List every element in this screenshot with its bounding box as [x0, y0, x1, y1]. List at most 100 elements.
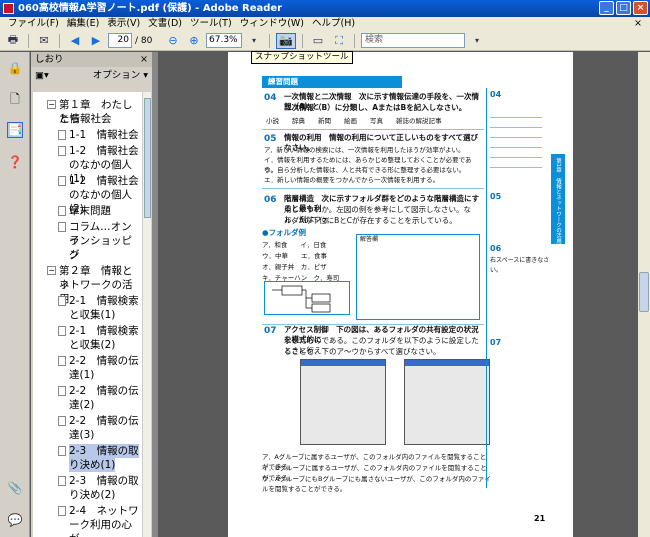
next-page-button[interactable]: ▶	[87, 33, 105, 49]
divider-line	[262, 129, 484, 130]
page-icon	[58, 206, 66, 216]
menu-file[interactable]: ファイル(F)	[4, 17, 63, 31]
question-04-text-2: 二次情報（B）に分類し、AまたはBを記入しなさい。	[284, 103, 467, 112]
side-note-06: 右スペースに書きなさい。	[490, 257, 550, 274]
bookmark-2-4[interactable]: 2-4 ネットワ	[58, 504, 139, 518]
bookmarks-icon[interactable]: 📑	[7, 122, 23, 138]
bookmark-2-1a[interactable]: 2-1 情報検索	[58, 294, 139, 308]
menu-help[interactable]: ヘルプ(H)	[308, 17, 359, 31]
menu-bar: ファイル(F) 編集(E) 表示(V) 文書(D) ツール(T) ウィンドウ(W…	[0, 17, 650, 31]
divider-line	[262, 188, 484, 189]
menu-window[interactable]: ウィンドウ(W)	[236, 17, 308, 31]
bookmark-2-2b-cont[interactable]: 達(2)	[69, 398, 94, 412]
bookmark-2-2c[interactable]: 2-2 情報の伝	[58, 414, 139, 428]
zoom-dropdown-icon[interactable]: ▾	[245, 33, 263, 49]
sharing-dialog-1	[300, 359, 386, 445]
menu-edit[interactable]: 編集(E)	[63, 17, 103, 31]
page-icon	[58, 386, 66, 396]
comments-icon[interactable]: 💬	[7, 512, 23, 528]
side-label-05: 05	[490, 192, 502, 201]
toolbar-separator	[302, 33, 303, 48]
snapshot-tooltip: スナップショットツール	[251, 51, 353, 64]
bookmark-1-1[interactable]: 1-1 情報社会	[58, 128, 139, 142]
close-button[interactable]: ×	[633, 1, 648, 15]
bookmark-2-4-cont[interactable]: ーク利用の心が	[69, 518, 142, 537]
pages-icon[interactable]: 🗋	[7, 92, 23, 108]
menu-tools[interactable]: ツール(T)	[186, 17, 236, 31]
page-number-input[interactable]: 20	[108, 33, 132, 48]
bookmark-2-2b[interactable]: 2-2 情報の伝	[58, 384, 139, 398]
bookmarks-scrollbar[interactable]	[142, 92, 151, 537]
attachments-icon[interactable]: 📎	[7, 480, 23, 496]
bookmarks-panel: しおり × ▣▾ オプション ▾ − 第１章 わたしたち と情報社会 1-1 情報…	[31, 52, 152, 537]
question-07-text-3: ることを、下のア〜ウからすべて選びなさい。	[284, 347, 441, 356]
bookmark-chapter-1-cont[interactable]: と情報社会	[59, 112, 112, 126]
window-titlebar: 060高校情報A学習ノート.pdf (保護) - Adobe Reader _ …	[0, 0, 650, 17]
folder-list-3: オ．親子丼 カ．ピザ	[262, 263, 327, 271]
bookmark-2-1b[interactable]: 2-1 情報検索	[58, 324, 139, 338]
bookmark-2-2c-cont[interactable]: 達(3)	[69, 428, 94, 442]
folder-a-box	[281, 285, 303, 296]
minimize-button[interactable]: _	[599, 1, 614, 15]
bookmark-2-2a-cont[interactable]: 達(1)	[69, 368, 94, 382]
bookmark-2-3a-cont[interactable]: り決め(1)	[69, 458, 116, 472]
search-input[interactable]: 検索	[361, 33, 465, 48]
zoom-level-input[interactable]: 67.3%	[206, 33, 242, 48]
bookmark-2-3b-cont[interactable]: り決め(2)	[69, 488, 115, 502]
single-page-icon[interactable]: ▭	[309, 33, 327, 49]
toolbar-separator	[59, 33, 60, 48]
bookmark-column-shopping-cont2[interactable]: グ	[69, 248, 80, 262]
help-icon[interactable]: ❓	[7, 154, 23, 170]
security-lock-icon[interactable]: 🔒	[7, 60, 23, 76]
answer-box-label: 解答欄	[360, 236, 379, 243]
bookmark-1-2a[interactable]: 1-2 情報社会	[58, 144, 139, 158]
folder-tree-diagram	[272, 285, 331, 313]
search-dropdown-icon[interactable]: ▾	[468, 33, 486, 49]
new-bookmark-icon[interactable]: ▣▾	[35, 70, 49, 81]
snapshot-tool-button[interactable]: 📷	[276, 32, 296, 49]
menu-view[interactable]: 表示(V)	[103, 17, 144, 31]
side-answer-lines-04	[490, 108, 542, 168]
side-label-04: 04	[490, 90, 502, 99]
question-05-option-d: エ．新しい情報の概要をつかんでから一次情報を利用する。	[264, 176, 440, 184]
collapse-icon[interactable]: −	[47, 266, 56, 275]
collapse-icon[interactable]: −	[47, 100, 56, 109]
bookmark-2-2a[interactable]: 2-2 情報の伝	[58, 354, 139, 368]
page-icon	[58, 356, 66, 366]
bookmarks-toolbar: ▣▾ オプション ▾	[31, 67, 152, 85]
folder-c-box	[311, 303, 331, 313]
bookmarks-title: しおり	[35, 54, 64, 65]
bookmarks-tree: − 第１章 わたしたち と情報社会 1-1 情報社会 1-2 情報社会 のなかの個…	[33, 92, 142, 537]
fit-page-icon[interactable]: ⛶	[330, 33, 348, 49]
bookmark-2-1a-cont[interactable]: と収集(1)	[69, 308, 115, 322]
bookmark-2-3b[interactable]: 2-3 情報の取	[58, 474, 139, 488]
bookmarks-scroll-thumb[interactable]	[144, 98, 151, 218]
dialog-titlebar	[405, 360, 489, 366]
document-scroll-thumb[interactable]	[639, 272, 649, 312]
prev-page-button[interactable]: ◀	[66, 33, 84, 49]
page-icon	[58, 326, 66, 336]
bookmarks-header: しおり ×	[31, 52, 152, 67]
side-column-line	[486, 88, 487, 488]
question-06-text-3: ルダAの下位にBとCが存在することを示している。	[284, 216, 457, 225]
page-icon	[58, 176, 66, 186]
bookmark-2-3a-selected[interactable]: 2-3 情報の取	[58, 444, 139, 458]
print-icon[interactable]: 🖶	[4, 33, 22, 49]
question-07-option-c: ウ．AグループにもBグループにも属さないユーザが、このフォルダ内のファイルを閲覧…	[262, 475, 491, 493]
bookmarks-options-button[interactable]: オプション ▾	[93, 67, 148, 85]
maximize-button[interactable]: □	[616, 1, 631, 15]
zoom-out-button[interactable]: ⊖	[164, 33, 182, 49]
document-scrollbar[interactable]	[638, 52, 650, 537]
menu-document[interactable]: 文書(D)	[144, 17, 186, 31]
zoom-in-button[interactable]: ⊕	[185, 33, 203, 49]
page-total: / 80	[135, 35, 153, 46]
bookmark-chapter-1-exercises[interactable]: 章末問題	[58, 204, 111, 218]
page-icon	[58, 446, 66, 456]
close-document-button[interactable]: ×	[630, 17, 646, 31]
bookmarks-close-button[interactable]: ×	[140, 52, 148, 67]
email-icon[interactable]: ✉	[35, 33, 53, 49]
toolbar-separator	[269, 33, 270, 48]
bookmark-2-1b-cont[interactable]: と収集(2)	[69, 338, 115, 352]
page-icon	[58, 296, 66, 306]
bookmark-1-2b[interactable]: 1-2 情報社会	[58, 174, 139, 188]
